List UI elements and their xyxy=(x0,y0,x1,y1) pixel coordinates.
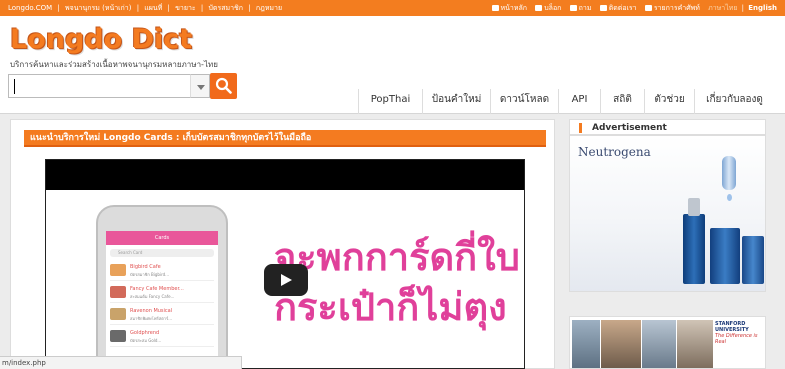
top-link-law[interactable]: กฎหมาย xyxy=(256,4,282,12)
phone-card-row: Bigbird Cafe บัตรสมาชิก Bigbird... xyxy=(110,261,214,281)
card-title: Ravenon Musical xyxy=(130,308,173,314)
top-link-old-dict[interactable]: พจนานุกรม (หน้าเก่า) xyxy=(65,4,131,12)
card-subtitle: สะสมแต้ม Fancy Cafe... xyxy=(130,294,175,299)
top-bar: Longdo.COM | พจนานุกรม (หน้าเก่า) | แผนท… xyxy=(0,0,785,16)
search-input[interactable] xyxy=(8,74,210,98)
top-sep: | xyxy=(200,4,204,12)
lang-english[interactable]: English xyxy=(748,4,777,12)
browser-status-bar: m/index.php xyxy=(0,356,242,369)
stanford-ad[interactable]: STANFORD UNIVERSITY The Difference is Re… xyxy=(569,316,766,369)
search-button[interactable] xyxy=(210,73,237,99)
drop-image xyxy=(727,194,732,201)
top-link-longdo[interactable]: Longdo.COM xyxy=(8,4,52,12)
bottle-image xyxy=(710,228,740,284)
card-title: Fancy Cafe Member... xyxy=(130,286,184,292)
bottle-image xyxy=(742,236,764,284)
phone-search-field: Search Card xyxy=(110,249,214,257)
top-link-cards[interactable]: บัตรสมาชิก xyxy=(208,4,243,12)
text-caret xyxy=(14,79,15,94)
home-icon xyxy=(491,5,499,11)
nav-new-word[interactable]: ป้อนคำใหม่ xyxy=(422,89,490,114)
nav-download[interactable]: ดาวน์โหลด xyxy=(490,89,558,114)
tagline: บริการค้นหาและร่วมสร้างเนื้อหาพจนานุกรมห… xyxy=(10,60,218,69)
search-history-dropdown[interactable] xyxy=(190,74,210,98)
lang-separator: | xyxy=(741,4,745,12)
dropper-image xyxy=(722,156,736,190)
stanford-logo: STANFORD UNIVERSITY The Difference is Re… xyxy=(715,321,765,345)
page-gutter xyxy=(770,119,785,369)
nav-popthai[interactable]: PopThai xyxy=(358,89,422,114)
card-title: Bigbird Cafe xyxy=(130,264,161,270)
nav-api[interactable]: API xyxy=(558,89,600,114)
ad-photo xyxy=(642,320,676,368)
lang-thai[interactable]: ภาษาไทย xyxy=(708,4,737,12)
phone-card-row: Fancy Cafe Member... สะสมแต้ม Fancy Cafe… xyxy=(110,283,214,303)
bottle-image xyxy=(688,198,700,216)
video-top-strip xyxy=(46,160,524,190)
top-link-ask[interactable]: ถาม xyxy=(569,4,591,12)
blog-icon xyxy=(535,5,543,11)
ad-heading: Advertisement xyxy=(569,119,766,135)
ad-photo xyxy=(601,320,641,368)
phone-card-row: Goldphrend บัตรสะสม Gold... xyxy=(110,327,214,347)
promo-video[interactable]: Cards Search Card Bigbird Cafe บัตรสมาชิ… xyxy=(45,159,525,369)
top-link-map[interactable]: แผนที่ xyxy=(144,4,162,12)
nav-stats[interactable]: สถิติ xyxy=(600,89,644,114)
top-link-blog[interactable]: บล็อก xyxy=(535,4,561,12)
nav-help[interactable]: ตัวช่วย xyxy=(644,89,694,114)
headline-line-2: กระเป๋าก็ไม่ตุง xyxy=(274,285,507,329)
card-subtitle: บัตรสมาชิก Bigbird... xyxy=(130,272,169,277)
play-button-icon[interactable] xyxy=(264,264,308,296)
card-title: Goldphrend xyxy=(130,330,160,336)
card-thumb xyxy=(110,330,126,342)
ad-brand: Neutrogena xyxy=(578,145,651,159)
neutrogena-ad[interactable]: Neutrogena xyxy=(569,135,766,292)
bottle-image xyxy=(683,214,705,284)
top-links-left: Longdo.COM | พจนานุกรม (หน้าเก่า) | แผนท… xyxy=(8,0,285,16)
contact-icon xyxy=(599,5,607,11)
promo-banner[interactable]: แนะนำบริการใหม่ Longdo Cards : เก็บบัตรส… xyxy=(24,130,546,147)
search-icon xyxy=(215,77,232,94)
top-links-right: หน้าหลัก บล็อก ถาม ติดต่อเรา รายการคำศัพ… xyxy=(486,0,777,16)
card-thumb xyxy=(110,286,126,298)
top-sep: | xyxy=(167,4,170,12)
header: Longdo Dict บริการค้นหาและร่วมสร้างเนื้อ… xyxy=(0,16,785,114)
top-sep: | xyxy=(57,4,60,12)
headline-line-1: จะพกการ์ดกี่ใบ xyxy=(274,235,520,279)
card-thumb xyxy=(110,308,126,320)
card-subtitle: บัตรสะสม Gold... xyxy=(130,338,162,343)
top-sep: | xyxy=(248,4,251,12)
phone-screen-title: Cards xyxy=(106,231,218,245)
phone-screen: Cards Search Card Bigbird Cafe บัตรสมาชิ… xyxy=(106,231,218,368)
ad-photo xyxy=(572,320,600,368)
logo-tagline: The Difference is Real xyxy=(715,333,758,345)
list-icon xyxy=(644,5,652,11)
top-link-contact[interactable]: ติดต่อเรา xyxy=(599,4,637,12)
longdo-dict-logo[interactable]: Longdo Dict xyxy=(10,24,192,55)
card-subtitle: สมาชิกพิเศษโฟร์สตาร์... xyxy=(130,316,173,321)
ad-photo xyxy=(677,320,713,368)
phone-card-row: Ravenon Musical สมาชิกพิเศษโฟร์สตาร์... xyxy=(110,305,214,325)
phone-illustration: Cards Search Card Bigbird Cafe บัตรสมาชิ… xyxy=(96,205,228,368)
top-link-traffic[interactable]: ขายาะ xyxy=(175,4,196,12)
video-headline: จะพกการ์ดกี่ใบ กระเป๋าก็ไม่ตุง xyxy=(274,232,520,332)
nav-about[interactable]: เกี่ยวกับลองดู xyxy=(694,89,774,114)
top-link-wordlist[interactable]: รายการคำศัพท์ xyxy=(644,4,700,12)
top-sep: | xyxy=(136,4,140,12)
card-thumb xyxy=(110,264,126,276)
question-icon xyxy=(569,5,577,11)
top-link-home[interactable]: หน้าหลัก xyxy=(491,4,527,12)
